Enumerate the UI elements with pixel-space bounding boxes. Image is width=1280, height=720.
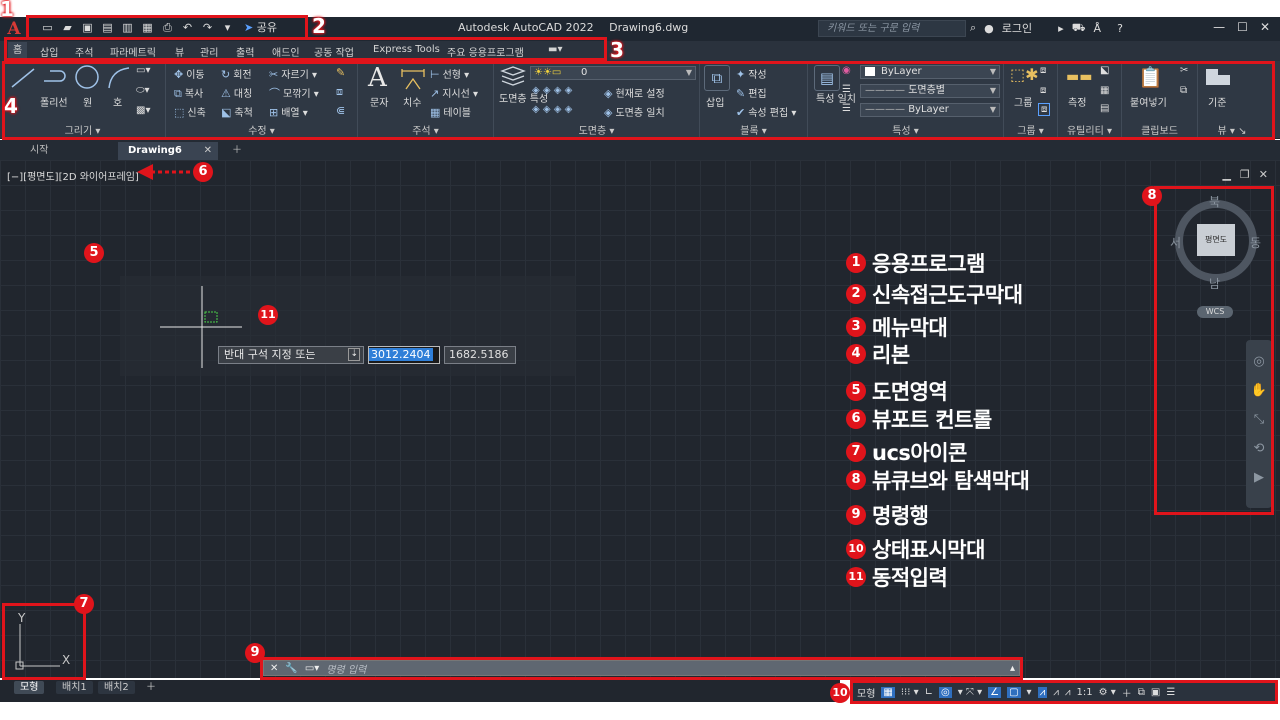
marker-8: 8	[1142, 186, 1162, 206]
layout-tabs: 모형 배치1 배치2 ＋	[0, 680, 840, 702]
file-title: Drawing6.dwg	[609, 21, 689, 34]
search-icon[interactable]: ⌕	[970, 21, 976, 35]
legend-item: 4 리본	[846, 339, 910, 369]
close-icon[interactable]: ✕	[1260, 20, 1270, 34]
drawing-area[interactable]	[0, 160, 1280, 678]
marker-3: 3	[610, 38, 624, 62]
options-down-icon[interactable]: ⇣	[348, 348, 360, 361]
app-title: Autodesk AutoCAD 2022	[458, 21, 594, 34]
user-icon[interactable]: ●	[984, 22, 994, 35]
highlight-menu-bar	[4, 37, 607, 61]
login-button[interactable]: 로그인	[1002, 20, 1032, 36]
legend-item: 3 메뉴막대	[846, 312, 948, 342]
legend-item: 6 뷰포트 컨트롤	[846, 404, 992, 434]
help-button[interactable]: ?	[1117, 22, 1123, 35]
dynamic-input-x-field[interactable]: 3012.2404	[368, 346, 440, 364]
marker-5: 5	[84, 243, 104, 263]
highlight-viewcube-navbar	[1154, 186, 1274, 515]
dynamic-input-y-field[interactable]: 1682.5186	[444, 346, 516, 364]
highlight-ribbon	[2, 61, 1275, 140]
marker-1: 1	[0, 0, 14, 21]
marker-6: 6	[193, 162, 213, 182]
legend-item: 9 명령행	[846, 500, 929, 530]
window-controls: — ☐ ✕	[1213, 20, 1270, 34]
chevron-down-icon[interactable]: ▸	[1058, 22, 1064, 35]
marker-9: 9	[245, 643, 265, 663]
highlight-command-line	[260, 657, 1023, 680]
add-layout-icon[interactable]: ＋	[140, 681, 162, 694]
marker-2: 2	[312, 14, 326, 38]
tab-drawing6-label: Drawing6	[128, 145, 182, 156]
close-viewport-icon[interactable]: ✕	[1259, 168, 1268, 181]
legend-item: 1 응용프로그램	[846, 248, 985, 278]
tab-layout2[interactable]: 배치2	[98, 681, 135, 694]
bottom-strip	[0, 702, 1280, 720]
legend-item: 8 뷰큐브와 탐색막대	[846, 465, 1030, 495]
legend-item: 10 상태표시막대	[846, 534, 985, 564]
marker-4: 4	[4, 94, 18, 118]
arrow-viewport-control	[137, 164, 193, 180]
tab-layout1[interactable]: 배치1	[56, 681, 93, 694]
window-title: Autodesk AutoCAD 2022 Drawing6.dwg	[458, 21, 700, 34]
title-right-tools: ⌕ ● 로그인 ▸ ⛟ Å ?	[970, 20, 1123, 36]
application-menu-button[interactable]: A	[4, 19, 24, 39]
maximize-icon[interactable]: ☐	[1237, 20, 1248, 34]
tab-start[interactable]: 시작	[20, 142, 58, 160]
cart-icon[interactable]: ⛟	[1072, 21, 1086, 36]
minimize-icon[interactable]: —	[1213, 20, 1225, 34]
legend-item: 5 도면영역	[846, 376, 948, 406]
tab-drawing6[interactable]: Drawing6 ✕	[118, 142, 218, 160]
viewport-window-controls: ▁ ❐ ✕	[1222, 168, 1268, 181]
marker-11: 11	[258, 305, 278, 325]
marker-10: 10	[830, 683, 850, 703]
crosshair-cursor	[160, 286, 242, 368]
minimize-viewport-icon[interactable]: ▁	[1222, 168, 1230, 181]
legend-item: 7 ucs아이콘	[846, 437, 967, 467]
dynamic-input-prompt: 반대 구석 지정 또는 ⇣	[218, 346, 364, 364]
search-input[interactable]: 키워드 또는 구문 입력	[818, 20, 966, 37]
highlight-ucs-icon	[2, 603, 86, 680]
close-tab-icon[interactable]: ✕	[204, 142, 212, 160]
restore-viewport-icon[interactable]: ❐	[1240, 168, 1250, 181]
legend-item: 2 신속접근도구막대	[846, 279, 1023, 309]
viewport-control[interactable]: [−][평면도][2D 와이어프레임]	[7, 168, 139, 183]
highlight-status-bar	[850, 680, 1278, 704]
document-tabs: 시작 Drawing6 ✕ ＋	[0, 140, 1280, 160]
legend-item: 11 동적입력	[846, 562, 948, 592]
autodesk-app-icon[interactable]: Å	[1094, 22, 1102, 35]
marker-7: 7	[74, 594, 94, 614]
new-tab-icon[interactable]: ＋	[222, 142, 252, 160]
tab-model[interactable]: 모형	[14, 681, 45, 694]
